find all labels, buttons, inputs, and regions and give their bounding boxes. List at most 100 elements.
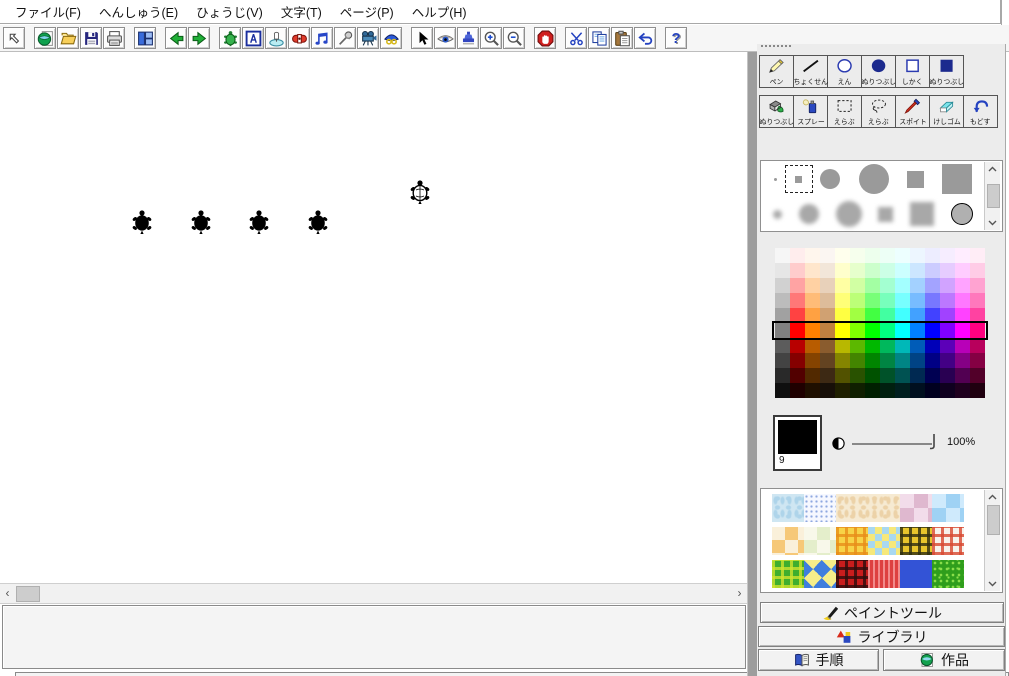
palette-cell[interactable]: [775, 278, 790, 293]
palette-cell[interactable]: [850, 248, 865, 263]
palette-cell[interactable]: [925, 368, 940, 383]
palette-cell[interactable]: [925, 308, 940, 323]
palette-cell[interactable]: [970, 308, 985, 323]
palette-cell[interactable]: [955, 323, 970, 338]
palette-cell[interactable]: [910, 338, 925, 353]
palette-cell[interactable]: [910, 308, 925, 323]
palette-cell[interactable]: [835, 248, 850, 263]
palette-cell[interactable]: [970, 368, 985, 383]
turtle-filled-3[interactable]: [247, 209, 271, 240]
prev-page-button[interactable]: [165, 27, 187, 49]
pointer-button[interactable]: [411, 27, 433, 49]
palette-cell[interactable]: [910, 263, 925, 278]
works-tab[interactable]: 作品: [883, 649, 1005, 671]
palette-cell[interactable]: [820, 383, 835, 398]
palette-cell[interactable]: [850, 278, 865, 293]
palette-cell[interactable]: [955, 263, 970, 278]
palette-cell[interactable]: [910, 278, 925, 293]
melody-button[interactable]: [311, 27, 333, 49]
tool-square-outline[interactable]: しかく: [895, 55, 930, 88]
opacity-slider-handle[interactable]: [929, 433, 937, 456]
texture-blue-mottle[interactable]: [772, 494, 804, 522]
texture-pink-checker[interactable]: [900, 494, 932, 522]
menu-edit[interactable]: へんしゅう(E): [90, 0, 187, 24]
menu-text[interactable]: 文字(T): [272, 0, 331, 24]
palette-cell[interactable]: [850, 353, 865, 368]
jump-arrow-button[interactable]: [3, 27, 25, 49]
palette-cell[interactable]: [925, 338, 940, 353]
palette-cell[interactable]: [805, 368, 820, 383]
palette-cell[interactable]: [865, 293, 880, 308]
palette-cell[interactable]: [940, 368, 955, 383]
palette-cell[interactable]: [880, 383, 895, 398]
tool-square-filled[interactable]: ぬりつぶし: [929, 55, 964, 88]
texture-yellow-blue-checker[interactable]: [868, 527, 900, 555]
palette-cell[interactable]: [805, 263, 820, 278]
palette-cell[interactable]: [820, 323, 835, 338]
palette-cell[interactable]: [865, 338, 880, 353]
palette-cell[interactable]: [775, 293, 790, 308]
zoom-out-button[interactable]: [503, 27, 525, 49]
texture-green-yellow-plaid[interactable]: [772, 560, 804, 588]
tool-circle-outline[interactable]: えん: [827, 55, 862, 88]
palette-cell[interactable]: [895, 293, 910, 308]
palette-cell[interactable]: [805, 278, 820, 293]
palette-cell[interactable]: [790, 338, 805, 353]
texture-grass[interactable]: [932, 560, 964, 588]
brush-shape-circle-3[interactable]: [774, 178, 777, 181]
palette-cell[interactable]: [880, 338, 895, 353]
texture-cream-mottle[interactable]: [836, 494, 900, 522]
stamp-button[interactable]: [457, 27, 479, 49]
texture-red-black-plaid[interactable]: [836, 560, 868, 588]
canvas-h-scrollbar[interactable]: ‹ ›: [0, 583, 747, 604]
palette-cell[interactable]: [880, 368, 895, 383]
zoom-in-button[interactable]: [480, 27, 502, 49]
turtle-filled-2[interactable]: [189, 209, 213, 240]
palette-cell[interactable]: [955, 308, 970, 323]
palette-cell[interactable]: [790, 323, 805, 338]
palette-cell[interactable]: [895, 278, 910, 293]
palette-cell[interactable]: [970, 248, 985, 263]
palette-cell[interactable]: [910, 323, 925, 338]
brush-shape-square-30[interactable]: [942, 164, 972, 194]
palette-cell[interactable]: [805, 308, 820, 323]
palette-cell[interactable]: [775, 323, 790, 338]
palette-cell[interactable]: [775, 308, 790, 323]
new-turtle-button[interactable]: [219, 27, 241, 49]
palette-cell[interactable]: [955, 383, 970, 398]
next-page-button[interactable]: [188, 27, 210, 49]
palette-cell[interactable]: [820, 353, 835, 368]
palette-cell[interactable]: [835, 323, 850, 338]
palette-cell[interactable]: [865, 323, 880, 338]
text-box-button[interactable]: [242, 27, 264, 49]
shape-scroll-thumb[interactable]: [987, 184, 1000, 208]
palette-cell[interactable]: [865, 278, 880, 293]
palette-cell[interactable]: [895, 338, 910, 353]
palette-cell[interactable]: [880, 323, 895, 338]
palette-cell[interactable]: [865, 263, 880, 278]
scroll-left-arrow-icon[interactable]: ‹: [1, 585, 14, 601]
push-button-button[interactable]: [265, 27, 287, 49]
palette-cell[interactable]: [955, 338, 970, 353]
palette-cell[interactable]: [970, 338, 985, 353]
paste-button[interactable]: [611, 27, 633, 49]
brush-shape-soft-circle-26[interactable]: [836, 201, 862, 227]
palette-cell[interactable]: [925, 248, 940, 263]
tool-circle-filled[interactable]: ぬりつぶし: [861, 55, 896, 88]
palette-cell[interactable]: [850, 338, 865, 353]
h-scroll-thumb[interactable]: [16, 586, 40, 602]
brush-shape-square-17[interactable]: [907, 171, 924, 188]
palette-cell[interactable]: [910, 293, 925, 308]
palette-cell[interactable]: [895, 383, 910, 398]
palette-cell[interactable]: [880, 248, 895, 263]
palette-cell[interactable]: [940, 338, 955, 353]
palette-cell[interactable]: [835, 383, 850, 398]
palette-cell[interactable]: [805, 338, 820, 353]
brush-shape-soft-square-15[interactable]: [878, 207, 893, 222]
tool-eraser[interactable]: けしゴム: [929, 95, 964, 128]
palette-cell[interactable]: [940, 248, 955, 263]
palette-cell[interactable]: [895, 323, 910, 338]
palette-cell[interactable]: [955, 293, 970, 308]
palette-cell[interactable]: [820, 338, 835, 353]
turtle-filled-4[interactable]: [306, 209, 330, 240]
